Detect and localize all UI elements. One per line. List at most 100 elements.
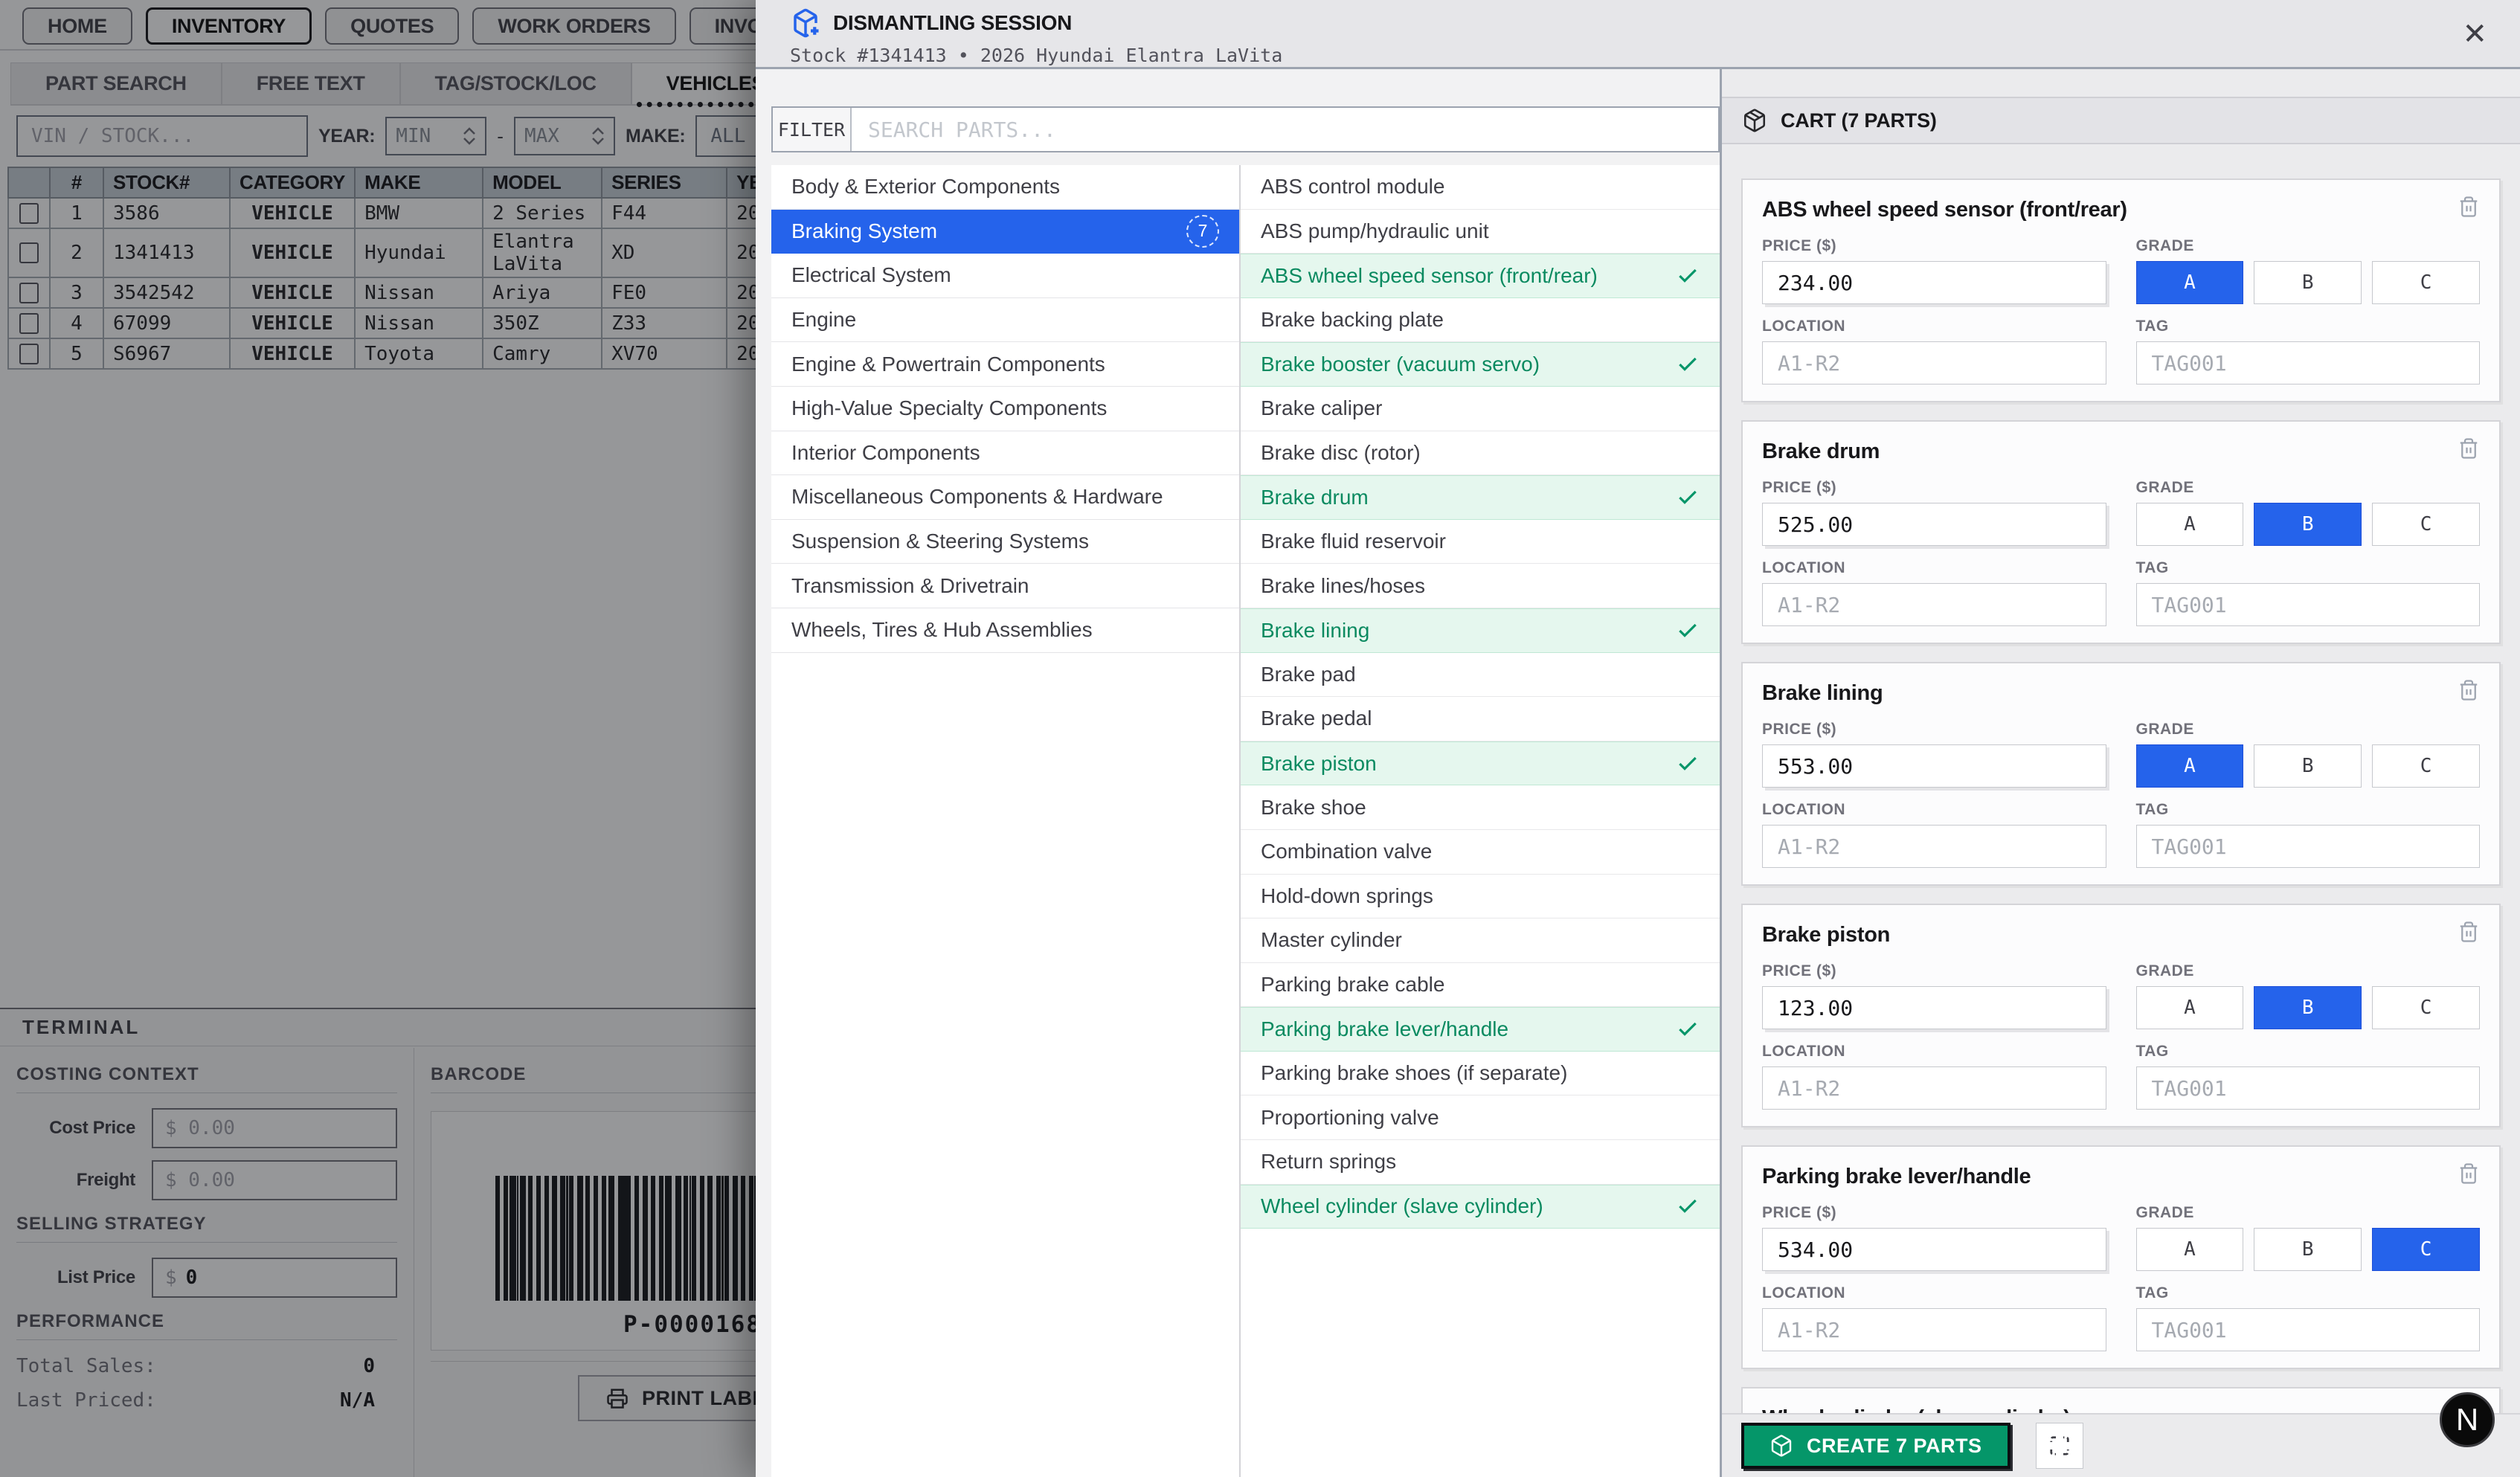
tag-field: TAG TAG001: [2136, 559, 2481, 626]
tag-label: TAG: [2136, 1043, 2481, 1061]
part-item[interactable]: ABS pump/hydraulic unit: [1241, 210, 1720, 254]
grade-button-a[interactable]: A: [2136, 986, 2244, 1029]
part-item[interactable]: Brake pad: [1241, 653, 1720, 698]
cart-item-name: Parking brake lever/handle: [1762, 1165, 2480, 1189]
part-item[interactable]: Brake booster (vacuum servo): [1241, 342, 1720, 387]
price-field: PRICE ($)534.00: [1762, 1204, 2106, 1271]
create-parts-button[interactable]: CREATE 7 PARTS: [1741, 1423, 2010, 1469]
part-item[interactable]: Brake drum: [1241, 475, 1720, 520]
location-label: LOCATION: [1762, 318, 2106, 335]
nextjs-dev-badge[interactable]: N: [2440, 1392, 2495, 1447]
category-item[interactable]: Braking System7: [771, 210, 1239, 254]
category-item[interactable]: Body & Exterior Components: [771, 165, 1239, 210]
trash-icon[interactable]: [2458, 195, 2480, 219]
price-label: PRICE ($): [1762, 237, 2106, 255]
grade-button-b[interactable]: B: [2254, 503, 2362, 546]
check-icon: [1676, 353, 1700, 376]
part-item[interactable]: Brake disc (rotor): [1241, 431, 1720, 476]
fullscreen-button[interactable]: [2036, 1423, 2083, 1469]
part-item[interactable]: Parking brake lever/handle: [1241, 1007, 1720, 1052]
category-item[interactable]: Miscellaneous Components & Hardware: [771, 475, 1239, 520]
grade-button-a[interactable]: A: [2136, 503, 2244, 546]
part-item[interactable]: Return springs: [1241, 1140, 1720, 1185]
grade-field: GRADEABC: [2136, 1204, 2481, 1271]
category-item[interactable]: Interior Components: [771, 431, 1239, 476]
category-list: Body & Exterior ComponentsBraking System…: [771, 165, 1241, 1477]
tag-input[interactable]: TAG001: [2136, 341, 2481, 384]
cart-items-scroll[interactable]: ABS wheel speed sensor (front/rear)PRICE…: [1722, 144, 2520, 1413]
tag-input[interactable]: TAG001: [2136, 1066, 2481, 1110]
category-item[interactable]: Electrical System: [771, 254, 1239, 298]
part-item[interactable]: Brake backing plate: [1241, 298, 1720, 343]
part-item[interactable]: Hold-down springs: [1241, 875, 1720, 919]
price-input[interactable]: 534.00: [1762, 1228, 2106, 1271]
tag-field: TAGTAG001: [2136, 801, 2481, 868]
grade-button-b[interactable]: B: [2254, 261, 2362, 304]
part-item[interactable]: Brake lines/hoses: [1241, 564, 1720, 608]
tag-input[interactable]: TAG001: [2136, 1308, 2481, 1351]
location-field: LOCATION A1-R2: [1762, 318, 2106, 384]
category-item[interactable]: Suspension & Steering Systems: [771, 520, 1239, 564]
tag-input[interactable]: TAG001: [2136, 825, 2481, 868]
part-item[interactable]: Parking brake shoes (if separate): [1241, 1052, 1720, 1096]
location-input[interactable]: A1-R2: [1762, 825, 2106, 868]
close-icon[interactable]: ✕: [2462, 19, 2487, 49]
category-item[interactable]: Engine & Powertrain Components: [771, 342, 1239, 387]
grade-button-b[interactable]: B: [2254, 744, 2362, 788]
grade-button-c[interactable]: C: [2372, 261, 2480, 304]
part-item[interactable]: Proportioning valve: [1241, 1095, 1720, 1140]
check-icon: [1676, 1194, 1700, 1218]
package-plus-icon: [790, 7, 821, 39]
category-item[interactable]: Engine: [771, 298, 1239, 343]
location-input[interactable]: A1-R2: [1762, 1308, 2106, 1351]
grade-button-c[interactable]: C: [2372, 744, 2480, 788]
grade-field: GRADEABC: [2136, 721, 2481, 788]
part-list: ABS control moduleABS pump/hydraulic uni…: [1241, 165, 1720, 1477]
location-input[interactable]: A1-R2: [1762, 583, 2106, 626]
part-item[interactable]: Wheel cylinder (slave cylinder): [1241, 1185, 1720, 1229]
cart-item-name: Brake piston: [1762, 923, 2480, 947]
grade-button-c[interactable]: C: [2372, 1228, 2480, 1271]
location-field: LOCATIONA1-R2: [1762, 1284, 2106, 1351]
part-item[interactable]: Brake fluid reservoir: [1241, 520, 1720, 564]
category-item[interactable]: High-Value Specialty Components: [771, 387, 1239, 431]
category-item[interactable]: Transmission & Drivetrain: [771, 564, 1239, 608]
grade-button-b[interactable]: B: [2254, 986, 2362, 1029]
price-input[interactable]: 234.00: [1762, 261, 2106, 304]
grade-label: GRADE: [2136, 479, 2481, 497]
tag-label: TAG: [2136, 559, 2481, 577]
trash-icon[interactable]: [2458, 437, 2480, 460]
part-item[interactable]: ABS control module: [1241, 165, 1720, 210]
trash-icon[interactable]: [2458, 1162, 2480, 1185]
trash-icon[interactable]: [2458, 920, 2480, 944]
grade-button-a[interactable]: A: [2136, 744, 2244, 788]
maximize-icon: [2048, 1435, 2071, 1457]
part-item[interactable]: Brake pedal: [1241, 697, 1720, 741]
part-item[interactable]: ABS wheel speed sensor (front/rear): [1241, 254, 1720, 298]
search-parts-input[interactable]: SEARCH PARTS...: [852, 108, 1718, 151]
part-item[interactable]: Brake piston: [1241, 741, 1720, 786]
grade-button-b[interactable]: B: [2254, 1228, 2362, 1271]
grade-button-a[interactable]: A: [2136, 261, 2244, 304]
grade-group: ABC: [2136, 744, 2481, 788]
price-input[interactable]: 525.00: [1762, 503, 2106, 546]
part-item[interactable]: Brake lining: [1241, 608, 1720, 653]
location-input[interactable]: A1-R2: [1762, 341, 2106, 384]
price-input[interactable]: 553.00: [1762, 744, 2106, 788]
check-icon: [1676, 264, 1700, 288]
part-item[interactable]: Brake caliper: [1241, 387, 1720, 431]
part-item[interactable]: Combination valve: [1241, 830, 1720, 875]
trash-icon[interactable]: [2458, 678, 2480, 702]
tag-input[interactable]: TAG001: [2136, 583, 2481, 626]
price-field: PRICE ($)123.00: [1762, 962, 2106, 1029]
part-item[interactable]: Parking brake cable: [1241, 963, 1720, 1008]
grade-button-c[interactable]: C: [2372, 986, 2480, 1029]
grade-button-c[interactable]: C: [2372, 503, 2480, 546]
category-item[interactable]: Wheels, Tires & Hub Assemblies: [771, 608, 1239, 653]
grade-button-a[interactable]: A: [2136, 1228, 2244, 1271]
price-input[interactable]: 123.00: [1762, 986, 2106, 1029]
part-item[interactable]: Master cylinder: [1241, 918, 1720, 963]
cart-footer: CREATE 7 PARTS: [1722, 1413, 2520, 1477]
part-item[interactable]: Brake shoe: [1241, 785, 1720, 830]
location-input[interactable]: A1-R2: [1762, 1066, 2106, 1110]
